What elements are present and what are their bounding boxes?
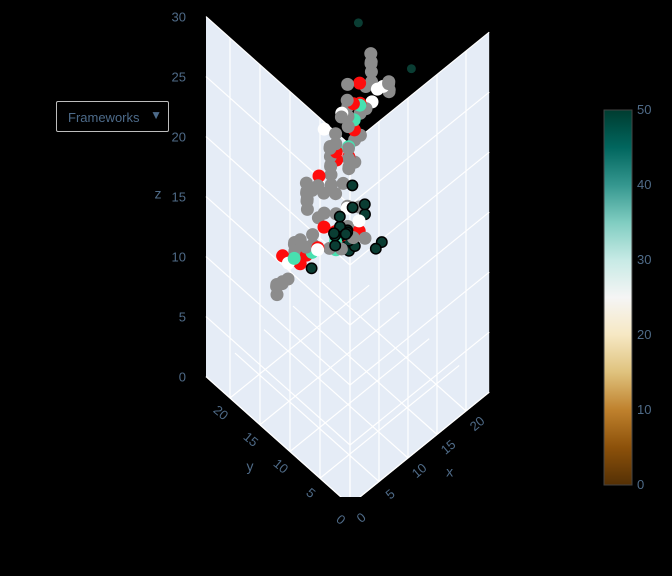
colorbar-tick-label: 0 (637, 477, 644, 492)
data-point (340, 93, 354, 107)
colorbar-tick-label: 20 (637, 327, 651, 342)
z-tick-label: 10 (172, 250, 186, 265)
data-point (311, 243, 325, 257)
y-tick-label: 10 (271, 456, 292, 477)
x-tick-label: 20 (467, 413, 488, 434)
data-point (281, 272, 295, 286)
chart-3d-scene[interactable]: 0510152025300510152005101520zy x 01020304… (0, 0, 672, 576)
y-tick-label: 5 (303, 485, 318, 501)
y-axis-title: y (247, 458, 254, 474)
z-tick-label: 15 (172, 190, 186, 205)
z-tick-label: 20 (172, 130, 186, 145)
data-point (329, 127, 343, 141)
data-point (352, 16, 365, 29)
data-point (299, 240, 313, 254)
data-point (341, 77, 355, 91)
data-point (353, 76, 367, 90)
data-point (329, 239, 342, 252)
y-tick-label: 20 (211, 402, 232, 423)
data-point (369, 242, 382, 255)
x-tick-label: 10 (409, 460, 430, 481)
z-tick-label: 5 (179, 310, 186, 325)
data-point (405, 62, 418, 75)
z-tick-label: 0 (179, 370, 186, 385)
data-point (328, 227, 340, 240)
z-tick-label: 30 (172, 10, 186, 25)
data-point (333, 210, 346, 223)
x-tick-label: 15 (438, 437, 459, 458)
y-tick-label: 0 (333, 511, 348, 527)
data-point (358, 231, 372, 245)
data-point (334, 110, 348, 124)
x-axis-title: x (446, 464, 453, 480)
data-point (341, 142, 355, 156)
data-point (346, 201, 359, 214)
data-point (382, 77, 396, 91)
colorbar-tick-label: 40 (637, 177, 651, 192)
colorbar-tick-label: 30 (637, 252, 651, 267)
data-point (346, 179, 359, 192)
z-tick-label: 25 (172, 70, 186, 85)
y-tick-label: 15 (241, 429, 262, 450)
x-tick-label: 0 (354, 509, 369, 525)
z-axis-title: z (155, 186, 162, 202)
data-point (364, 47, 378, 61)
colorbar-tick-label: 50 (637, 102, 651, 117)
x-tick-label: 5 (383, 486, 398, 502)
data-point (358, 198, 371, 211)
data-point (352, 214, 366, 228)
data-point (317, 206, 331, 220)
data-point (339, 228, 352, 240)
colorbar-tick-label: 10 (637, 402, 651, 417)
data-point (329, 187, 343, 201)
data-point (287, 251, 301, 265)
colorbar-gradient (603, 109, 633, 486)
data-point (317, 186, 331, 200)
data-point (306, 228, 320, 242)
data-point (305, 262, 318, 275)
data-point (317, 122, 331, 136)
